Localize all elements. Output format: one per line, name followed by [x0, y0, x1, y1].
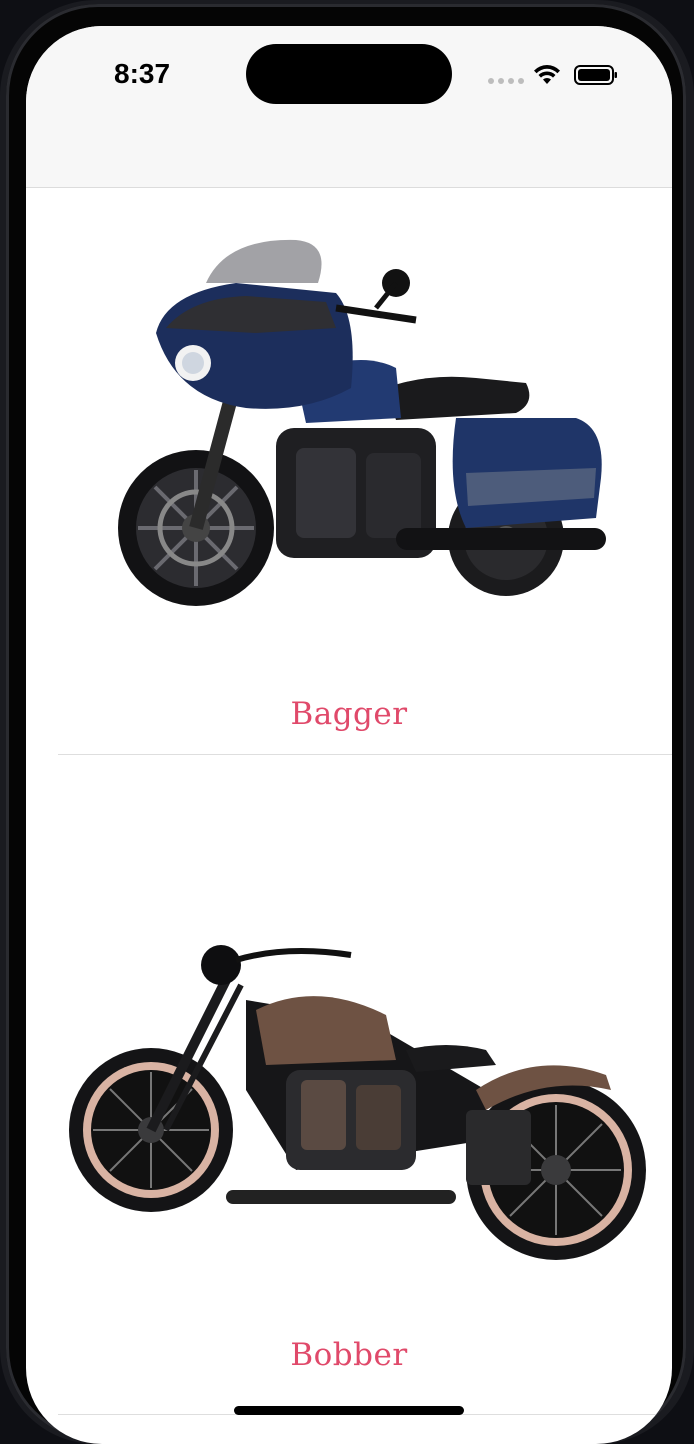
list-item-bobber[interactable]: Bobber	[26, 755, 672, 1415]
wifi-icon	[534, 65, 560, 84]
list-item-title: Bobber	[290, 1337, 408, 1373]
bagger-motorcycle-image	[118, 239, 606, 606]
device-frame: 8:37 Bagger Bobber	[0, 0, 694, 1444]
status-time: 8:37	[114, 58, 171, 89]
screen: 8:37 Bagger Bobber	[26, 26, 672, 1444]
dynamic-island	[246, 44, 452, 104]
motorcycle-type-list: Bagger Bobber	[26, 188, 672, 1444]
list-item-bagger[interactable]: Bagger	[26, 188, 672, 754]
cellular-signal-icon	[488, 78, 524, 84]
bobber-motorcycle-image	[69, 945, 646, 1260]
status-bar: 8:37	[26, 26, 672, 188]
device-bezel: 8:37 Bagger Bobber	[6, 4, 686, 1444]
battery-icon	[574, 65, 617, 85]
list-item-title: Bagger	[290, 696, 408, 732]
home-indicator[interactable]	[234, 1406, 464, 1415]
